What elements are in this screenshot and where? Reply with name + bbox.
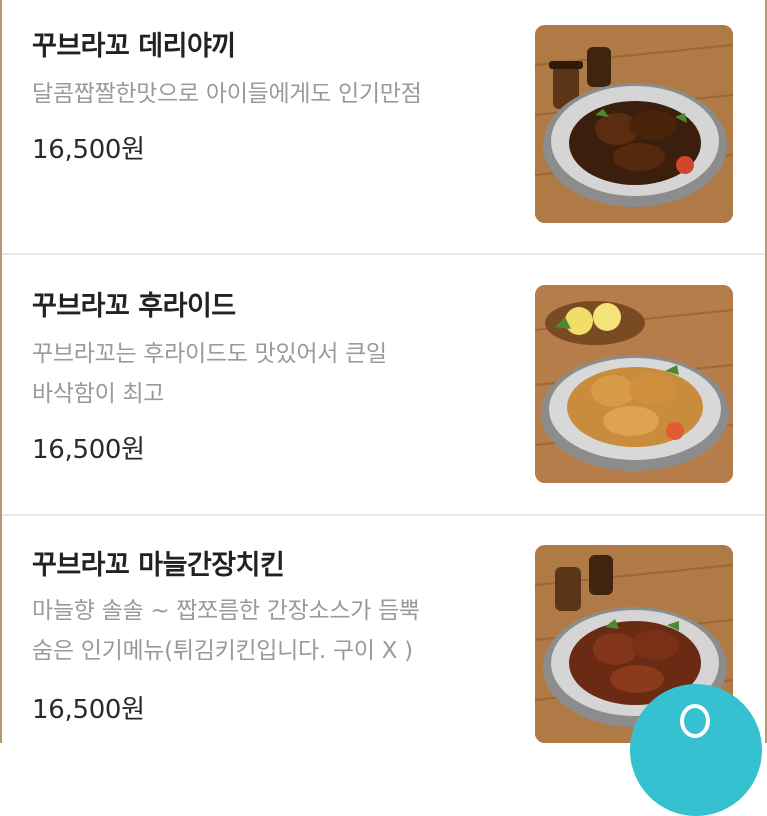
- menu-item-description-line: 바삭함이 최고: [32, 381, 165, 407]
- fried-chicken-photo[interactable]: [535, 285, 733, 483]
- menu-item[interactable]: 꾸브라꼬 후라이드 꾸브라꼬는 후라이드도 맛있어서 큰일 바삭함이 최고 16…: [2, 254, 765, 515]
- menu-item-description: 달콤짭짤한맛으로 아이들에게도 인기만점: [32, 74, 502, 114]
- menu-item-description-line: 꾸브라꼬는 후라이드도 맛있어서 큰일: [32, 341, 387, 367]
- teriyaki-chicken-photo[interactable]: [535, 25, 733, 223]
- chat-icon: [680, 704, 710, 738]
- menu-item-description-line: 마늘향 솔솔 ~ 짭쪼름한 간장소스가 듬뿍: [32, 598, 420, 624]
- menu-item-title: 꾸브라꼬 마늘간장치킨: [32, 550, 285, 581]
- menu-item-price: 16,500원: [32, 695, 145, 725]
- menu-item-price: 16,500원: [32, 135, 145, 165]
- menu-item-description-line: 달콤짭짤한맛으로 아이들에게도 인기만점: [32, 81, 422, 107]
- menu-item-price: 16,500원: [32, 435, 145, 465]
- menu-item[interactable]: 꾸브라꼬 데리야끼 달콤짭짤한맛으로 아이들에게도 인기만점 16,500원: [2, 0, 765, 254]
- menu-item-title: 꾸브라꼬 후라이드: [32, 291, 236, 322]
- menu-item-description-line: 숨은 인기메뉴(튀김키킨입니다. 구이 X ): [32, 638, 413, 664]
- chat-button[interactable]: [630, 684, 762, 816]
- menu-item-title: 꾸브라꼬 데리야끼: [32, 31, 236, 62]
- menu-item-description: 마늘향 솔솔 ~ 짭쪼름한 간장소스가 듬뿍 숨은 인기메뉴(튀김키킨입니다. …: [32, 591, 502, 671]
- menu-item-description: 꾸브라꼬는 후라이드도 맛있어서 큰일 바삭함이 최고: [32, 334, 502, 414]
